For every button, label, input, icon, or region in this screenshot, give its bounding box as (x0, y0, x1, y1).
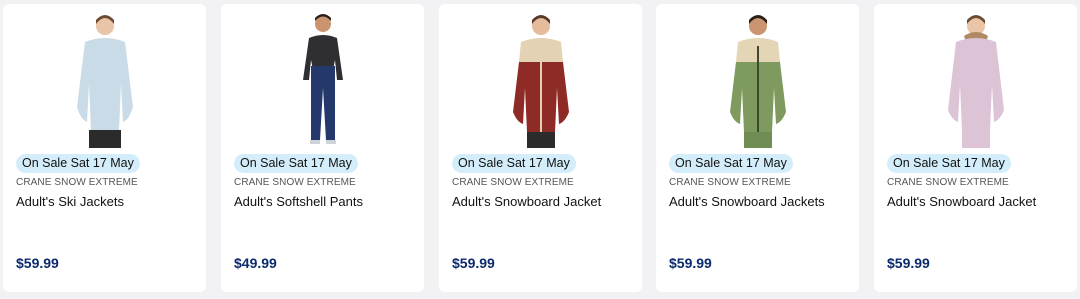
product-card[interactable]: On Sale Sat 17 May CRANE SNOW EXTREME Ad… (874, 4, 1077, 292)
sale-badge: On Sale Sat 17 May (16, 154, 140, 173)
product-image[interactable] (3, 12, 206, 148)
product-price: $59.99 (887, 255, 930, 271)
product-name[interactable]: Adult's Softshell Pants (234, 194, 363, 209)
brand-label: CRANE SNOW EXTREME (452, 177, 574, 188)
product-name[interactable]: Adult's Ski Jackets (16, 194, 124, 209)
product-price: $59.99 (16, 255, 59, 271)
product-price: $49.99 (234, 255, 277, 271)
product-name[interactable]: Adult's Snowboard Jacket (887, 194, 1036, 209)
product-row: On Sale Sat 17 May CRANE SNOW EXTREME Ad… (0, 0, 1080, 299)
product-card[interactable]: On Sale Sat 17 May CRANE SNOW EXTREME Ad… (656, 4, 859, 292)
product-name[interactable]: Adult's Snowboard Jacket (452, 194, 601, 209)
product-price: $59.99 (669, 255, 712, 271)
product-image[interactable] (439, 12, 642, 148)
product-image[interactable] (874, 12, 1077, 148)
product-card[interactable]: On Sale Sat 17 May CRANE SNOW EXTREME Ad… (3, 4, 206, 292)
sale-badge: On Sale Sat 17 May (887, 154, 1011, 173)
product-price: $59.99 (452, 255, 495, 271)
product-card[interactable]: On Sale Sat 17 May CRANE SNOW EXTREME Ad… (439, 4, 642, 292)
sale-badge: On Sale Sat 17 May (669, 154, 793, 173)
sale-badge: On Sale Sat 17 May (234, 154, 358, 173)
brand-label: CRANE SNOW EXTREME (234, 177, 356, 188)
product-card[interactable]: On Sale Sat 17 May CRANE SNOW EXTREME Ad… (221, 4, 424, 292)
product-name[interactable]: Adult's Snowboard Jackets (669, 194, 825, 209)
sale-badge: On Sale Sat 17 May (452, 154, 576, 173)
brand-label: CRANE SNOW EXTREME (669, 177, 791, 188)
product-image[interactable] (656, 12, 859, 148)
brand-label: CRANE SNOW EXTREME (16, 177, 138, 188)
brand-label: CRANE SNOW EXTREME (887, 177, 1009, 188)
product-image[interactable] (221, 12, 424, 148)
